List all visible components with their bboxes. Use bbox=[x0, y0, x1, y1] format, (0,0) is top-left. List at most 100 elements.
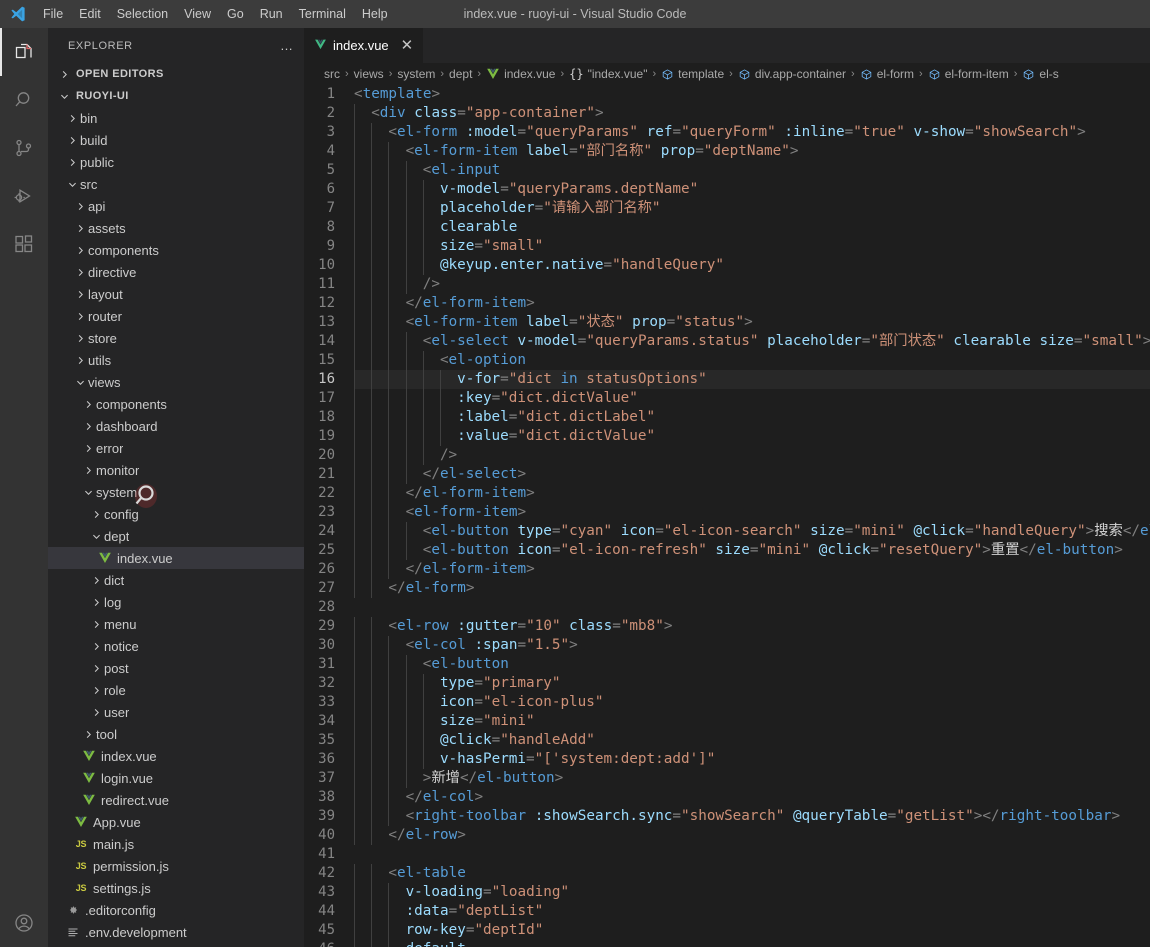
tree-item-dept[interactable]: dept bbox=[48, 525, 304, 547]
code-line[interactable]: <el-button type="cyan" icon="el-icon-sea… bbox=[354, 522, 1150, 541]
code-line[interactable]: <el-option bbox=[354, 351, 1150, 370]
breadcrumb-item-template[interactable]: template bbox=[661, 67, 724, 81]
tree-item-public[interactable]: public bbox=[48, 151, 304, 173]
breadcrumb-item--index-vue-[interactable]: {} "index.vue" bbox=[569, 67, 647, 81]
tree-item-index-vue[interactable]: index.vue bbox=[48, 745, 304, 767]
code-line[interactable]: <el-col :span="1.5"> bbox=[354, 636, 1150, 655]
tree-item-settings-js[interactable]: JS settings.js bbox=[48, 877, 304, 899]
close-icon[interactable]: ✕ bbox=[401, 38, 414, 53]
code-line[interactable]: :key="dict.dictValue" bbox=[354, 389, 1150, 408]
tree-item--editorconfig[interactable]: .editorconfig bbox=[48, 899, 304, 921]
tree-item-components[interactable]: components bbox=[48, 393, 304, 415]
breadcrumb-item-dept[interactable]: dept bbox=[449, 67, 472, 81]
code-line[interactable] bbox=[354, 598, 1150, 617]
code-line[interactable]: icon="el-icon-plus" bbox=[354, 693, 1150, 712]
menu-selection[interactable]: Selection bbox=[109, 2, 176, 26]
accounts-icon[interactable] bbox=[0, 899, 48, 947]
code-line[interactable]: v-hasPermi="['system:dept:add']" bbox=[354, 750, 1150, 769]
code-line[interactable]: <el-form-item> bbox=[354, 503, 1150, 522]
code-line[interactable]: </el-col> bbox=[354, 788, 1150, 807]
tree-item-src[interactable]: src bbox=[48, 173, 304, 195]
tree-item-post[interactable]: post bbox=[48, 657, 304, 679]
code-line[interactable]: size="small" bbox=[354, 237, 1150, 256]
code-line[interactable]: v-loading="loading" bbox=[354, 883, 1150, 902]
breadcrumb-item-el-s[interactable]: el-s bbox=[1022, 67, 1059, 81]
code-line[interactable]: @keyup.enter.native="handleQuery" bbox=[354, 256, 1150, 275]
menu-help[interactable]: Help bbox=[354, 2, 396, 26]
code-line[interactable]: </el-form-item> bbox=[354, 560, 1150, 579]
breadcrumb-item-el-form[interactable]: el-form bbox=[860, 67, 914, 81]
tree-item-index-vue[interactable]: index.vue bbox=[48, 547, 304, 569]
section-open-editors[interactable]: OPEN EDITORS bbox=[48, 63, 304, 85]
code-line[interactable]: <el-button icon="el-icon-refresh" size="… bbox=[354, 541, 1150, 560]
code-line[interactable]: </el-form> bbox=[354, 579, 1150, 598]
code-line[interactable]: </el-form-item> bbox=[354, 484, 1150, 503]
tree-item-assets[interactable]: assets bbox=[48, 217, 304, 239]
code-line[interactable]: /> bbox=[354, 275, 1150, 294]
tree-item-dashboard[interactable]: dashboard bbox=[48, 415, 304, 437]
tree-item-permission-js[interactable]: JS permission.js bbox=[48, 855, 304, 877]
tab-index-vue[interactable]: index.vue ✕ bbox=[304, 28, 425, 63]
breadcrumb-item-system[interactable]: system bbox=[397, 67, 435, 81]
code-line[interactable]: <el-button bbox=[354, 655, 1150, 674]
extensions-icon[interactable] bbox=[0, 220, 48, 268]
code-line[interactable]: /> bbox=[354, 446, 1150, 465]
breadcrumb-item-index-vue[interactable]: index.vue bbox=[486, 67, 555, 81]
code-line[interactable]: >新增</el-button> bbox=[354, 769, 1150, 788]
code-line[interactable]: <el-input bbox=[354, 161, 1150, 180]
menu-edit[interactable]: Edit bbox=[71, 2, 109, 26]
menu-view[interactable]: View bbox=[176, 2, 219, 26]
code-line[interactable]: <el-form-item label="状态" prop="status"> bbox=[354, 313, 1150, 332]
tree-item-views[interactable]: views bbox=[48, 371, 304, 393]
code-line[interactable]: size="mini" bbox=[354, 712, 1150, 731]
code-line[interactable]: v-for="dict in statusOptions" bbox=[354, 370, 1150, 389]
menu-file[interactable]: File bbox=[35, 2, 71, 26]
tree-item-build[interactable]: build bbox=[48, 129, 304, 151]
tree-item-main-js[interactable]: JS main.js bbox=[48, 833, 304, 855]
code-line[interactable]: clearable bbox=[354, 218, 1150, 237]
tree-item-monitor[interactable]: monitor bbox=[48, 459, 304, 481]
menu-terminal[interactable]: Terminal bbox=[291, 2, 354, 26]
code-content[interactable]: <template> <div class="app-container"> <el… bbox=[352, 85, 1150, 947]
tree-item-bin[interactable]: bin bbox=[48, 107, 304, 129]
code-line[interactable]: @click="handleAdd" bbox=[354, 731, 1150, 750]
file-tree[interactable]: OPEN EDITORS RUOYI-UI bin build public src a… bbox=[48, 63, 304, 947]
tree-item-dict[interactable]: dict bbox=[48, 569, 304, 591]
code-line[interactable]: <el-select v-model="queryParams.status" … bbox=[354, 332, 1150, 351]
code-line[interactable]: :label="dict.dictLabel" bbox=[354, 408, 1150, 427]
code-line[interactable]: <el-form-item label="部门名称" prop="deptNam… bbox=[354, 142, 1150, 161]
tree-item-menu[interactable]: menu bbox=[48, 613, 304, 635]
tree-item-store[interactable]: store bbox=[48, 327, 304, 349]
explorer-icon[interactable] bbox=[0, 28, 48, 76]
menu-go[interactable]: Go bbox=[219, 2, 252, 26]
tree-item-api[interactable]: api bbox=[48, 195, 304, 217]
tree-item-directive[interactable]: directive bbox=[48, 261, 304, 283]
tree-item-layout[interactable]: layout bbox=[48, 283, 304, 305]
source-control-icon[interactable] bbox=[0, 124, 48, 172]
breadcrumb-item-views[interactable]: views bbox=[354, 67, 384, 81]
menu-run[interactable]: Run bbox=[252, 2, 291, 26]
breadcrumb-item-div-app-container[interactable]: div.app-container bbox=[738, 67, 846, 81]
code-line[interactable] bbox=[354, 845, 1150, 864]
search-icon[interactable] bbox=[0, 76, 48, 124]
code-line[interactable]: <el-row :gutter="10" class="mb8"> bbox=[354, 617, 1150, 636]
tree-item-role[interactable]: role bbox=[48, 679, 304, 701]
section-project-root[interactable]: RUOYI-UI bbox=[48, 85, 304, 107]
tree-item-components[interactable]: components bbox=[48, 239, 304, 261]
tree-item-tool[interactable]: tool bbox=[48, 723, 304, 745]
sidebar-more-actions-icon[interactable]: … bbox=[280, 39, 294, 52]
tree-item-notice[interactable]: notice bbox=[48, 635, 304, 657]
tree-item-error[interactable]: error bbox=[48, 437, 304, 459]
code-line[interactable]: </el-form-item> bbox=[354, 294, 1150, 313]
code-editor[interactable]: 1 2 3 4 5 6 7 8 9 10 11 12 13 14 15 16 17 18 19 20 21 22 23 24 2… bbox=[304, 85, 1150, 947]
code-line[interactable]: placeholder="请输入部门名称" bbox=[354, 199, 1150, 218]
tree-item-login-vue[interactable]: login.vue bbox=[48, 767, 304, 789]
code-line[interactable]: <div class="app-container"> bbox=[354, 104, 1150, 123]
tree-item-App-vue[interactable]: App.vue bbox=[48, 811, 304, 833]
tree-item-user[interactable]: user bbox=[48, 701, 304, 723]
code-line[interactable]: row-key="deptId" bbox=[354, 921, 1150, 940]
code-line[interactable]: :data="deptList" bbox=[354, 902, 1150, 921]
code-line[interactable]: </el-row> bbox=[354, 826, 1150, 845]
tree-item-config[interactable]: config bbox=[48, 503, 304, 525]
code-line[interactable]: default bbox=[354, 940, 1150, 947]
